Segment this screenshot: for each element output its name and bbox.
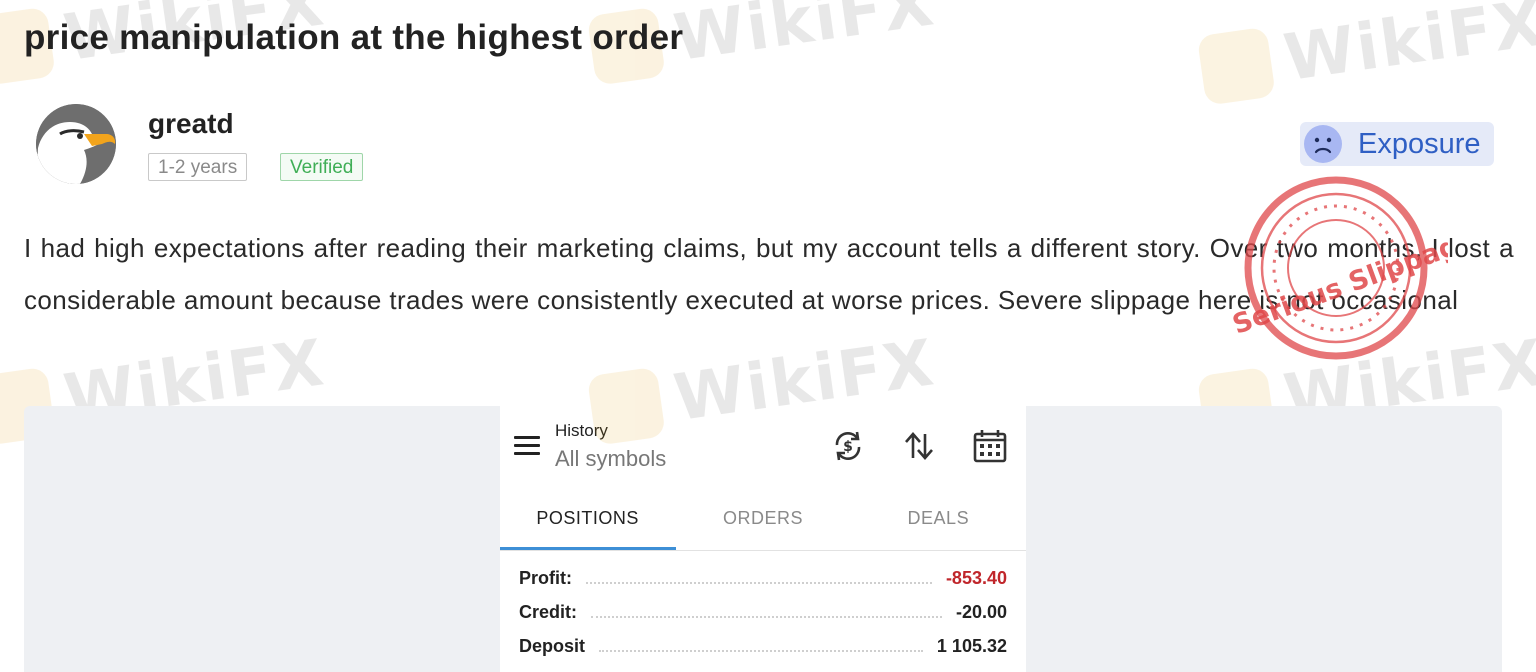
svg-text:$: $ bbox=[843, 439, 853, 455]
row-value: -20.00 bbox=[955, 601, 1007, 622]
currency-exchange-icon[interactable]: $ bbox=[830, 428, 866, 464]
eagle-avatar-icon bbox=[36, 104, 116, 184]
history-tabs: POSITIONS ORDERS DEALS bbox=[500, 498, 1026, 550]
exposure-label: Exposure bbox=[1358, 127, 1481, 160]
watermark: WikiFX bbox=[1196, 0, 1536, 108]
exposure-badge[interactable]: Exposure bbox=[1300, 122, 1494, 166]
menu-icon[interactable] bbox=[514, 436, 540, 456]
tenure-badge: 1-2 years bbox=[148, 153, 248, 181]
review-body: I had high expectations after reading th… bbox=[24, 233, 1514, 315]
tab-orders[interactable]: ORDERS bbox=[675, 498, 850, 550]
history-title: History bbox=[555, 421, 608, 440]
tabs-divider bbox=[500, 550, 1026, 551]
sort-icon[interactable] bbox=[901, 428, 937, 464]
row-value: 1 105.32 bbox=[936, 635, 1007, 656]
watermark-text: WikiFX bbox=[1279, 0, 1536, 97]
summary-row-deposit: Deposit 1 105.32 bbox=[519, 634, 1007, 658]
username[interactable]: greatd bbox=[148, 108, 234, 140]
summary-row-credit: Credit: -20.00 bbox=[519, 600, 1007, 624]
watermark-text: WikiFX bbox=[669, 0, 940, 77]
row-label: Deposit bbox=[519, 635, 586, 656]
row-value: -853.40 bbox=[945, 567, 1007, 588]
dot-leader bbox=[599, 640, 923, 652]
sad-face-icon bbox=[1304, 125, 1342, 163]
summary-row-profit: Profit: -853.40 bbox=[519, 566, 1007, 590]
wikifx-logo-icon bbox=[1196, 26, 1276, 106]
trading-history-screenshot: History All symbols $ POSITIONS ORDERS D… bbox=[500, 406, 1026, 672]
dot-leader bbox=[586, 572, 932, 584]
symbols-filter[interactable]: All symbols bbox=[555, 446, 666, 472]
avatar[interactable] bbox=[36, 104, 116, 184]
row-label: Profit: bbox=[519, 567, 572, 588]
review-title: price manipulation at the highest order bbox=[24, 18, 684, 57]
row-label: Credit: bbox=[519, 601, 577, 622]
verified-badge: Verified bbox=[280, 153, 364, 181]
tab-positions[interactable]: POSITIONS bbox=[500, 498, 675, 550]
tab-deals[interactable]: DEALS bbox=[851, 498, 1026, 550]
dot-leader bbox=[591, 606, 942, 618]
review-page: WikiFX WikiFX WikiFX WikiFX WikiFX WikiF… bbox=[0, 0, 1536, 672]
calendar-icon[interactable] bbox=[972, 428, 1008, 464]
